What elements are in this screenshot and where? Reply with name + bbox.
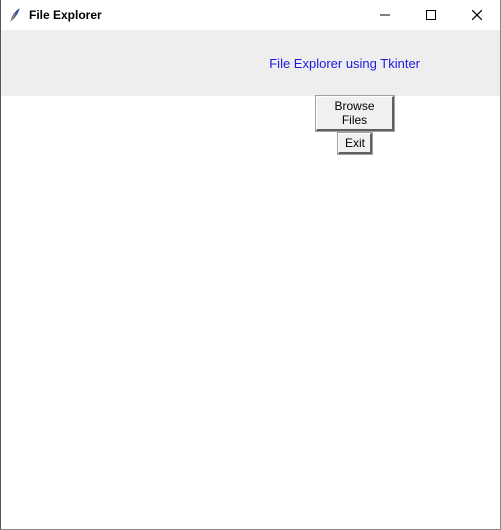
window-title: File Explorer xyxy=(29,8,102,22)
browse-files-button[interactable]: Browse Files xyxy=(316,96,394,131)
window-controls xyxy=(362,0,500,30)
maximize-button[interactable] xyxy=(408,0,454,30)
close-button[interactable] xyxy=(454,0,500,30)
header-label: File Explorer using Tkinter xyxy=(269,56,420,71)
minimize-button[interactable] xyxy=(362,0,408,30)
exit-button[interactable]: Exit xyxy=(338,133,372,154)
button-area: Browse Files Exit xyxy=(316,96,394,154)
window-titlebar: File Explorer xyxy=(1,0,500,30)
header-band: File Explorer using Tkinter xyxy=(1,30,500,96)
tk-feather-icon xyxy=(7,7,23,23)
